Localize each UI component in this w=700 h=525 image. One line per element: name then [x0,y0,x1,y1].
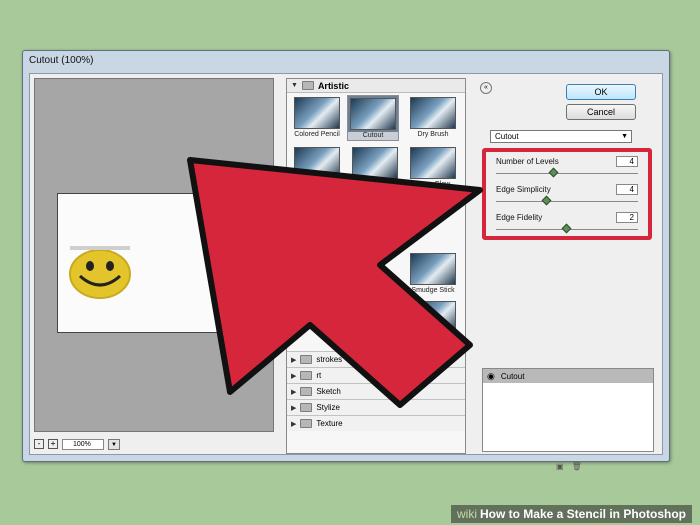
preview-footer: - + 100% ▼ [34,436,274,452]
folder-icon [300,371,313,380]
param-value-field[interactable]: 4 [616,184,638,195]
folder-icon [301,81,314,90]
zoom-out-button[interactable]: - [34,439,44,449]
param-edge-simplicity: Edge Simplicity 4 [492,183,642,211]
wikihow-watermark: wiki How to Make a Stencil in Photoshop [450,505,692,523]
thumb-label: Dry Brush [417,131,449,138]
filter-thumb-smudge-stick[interactable]: Smudge Stick [407,253,459,294]
delete-effect-layer-icon[interactable]: 🗑 [572,462,582,471]
thumbnail-image [294,147,340,179]
chevron-down-icon: ▼ [621,133,628,140]
collapsed-triangle-icon: ▶ [291,356,297,364]
collapsed-triangle-icon: ▶ [291,420,297,428]
watermark-text: How to Make a Stencil in Photoshop [479,507,686,521]
thumbnail-image [348,96,398,132]
filter-thumb-neon-glow[interactable]: Neon Glow [407,147,459,188]
filter-thumb-cutout[interactable]: Cutout [347,95,399,141]
filter-thumb-colored-pencil[interactable]: Colored Pencil [291,97,343,138]
param-value-field[interactable]: 2 [616,212,638,223]
dialog-body: - + 100% ▼ ▼ Artistic Colored Pencil Cut… [29,73,663,471]
zoom-dropdown-arrow[interactable]: ▼ [108,438,120,450]
effect-layer-row[interactable]: ◉ Cutout [483,369,653,383]
effect-layers-panel: ◉ Cutout [482,368,654,452]
category-label: strokes [316,355,343,364]
collapsed-triangle-icon: ▶ [291,388,297,396]
slider-knob[interactable] [561,223,572,234]
thumb-label: Smudge Stick [411,287,455,294]
folder-icon [300,355,313,364]
ok-button[interactable]: OK [566,84,636,100]
effect-layer-label: Cutout [500,371,525,381]
param-value-field[interactable]: 4 [616,156,638,167]
filter-category-brush-strokes[interactable]: ▶ strokes [287,351,465,367]
thumbnail-image [410,253,456,285]
watermark-prefix: wiki [456,507,477,521]
zoom-in-button[interactable]: + [48,439,58,449]
eye-visibility-icon[interactable]: ◉ [487,371,495,382]
filter-thumb-partial[interactable]: ter [349,301,401,342]
slider-knob[interactable] [541,195,552,206]
filter-group-label: Artistic [317,80,349,91]
thumbnail-image [352,147,398,179]
filter-thumb-film-grain[interactable]: Film Grain [291,147,343,188]
param-label: Edge Fidelity [496,213,543,222]
slider-track[interactable] [496,201,638,202]
thumb-label: Watercolor [416,335,450,342]
category-label: Texture [316,419,343,428]
filter-thumb-dry-brush[interactable]: Dry Brush [407,97,459,138]
folder-icon [300,419,313,428]
settings-panel: « OK Cancel Cutout ▼ Number of Levels 4 … [476,78,660,471]
collapsed-triangle-icon: ▶ [291,372,297,380]
filter-category-stylize[interactable]: ▶ Stylize [287,399,465,415]
thumb-label: ter [370,335,380,342]
thumbnail-image [410,301,456,333]
thumbnail-image [352,301,398,333]
collapsed-triangle-icon: ▶ [291,404,297,412]
filter-type-value: Cutout [495,132,519,141]
filter-thumbnails: Colored Pencil Cutout Dry Brush Film Gra… [287,93,465,351]
collapse-panel-icon[interactable]: « [480,82,492,94]
filter-thumb-fresco[interactable]: Fresco [349,147,401,188]
filter-list-panel: ▼ Artistic Colored Pencil Cutout Dry Bru… [286,78,466,454]
expand-triangle-icon: ▼ [291,82,298,89]
thumbnail-image [294,97,340,129]
filter-type-select[interactable]: Cutout ▼ [490,130,632,143]
cancel-button[interactable]: Cancel [566,104,636,120]
smiley-image [69,246,131,299]
category-label: Stylize [316,403,340,412]
category-label: rt [316,371,322,380]
folder-icon [300,387,313,396]
slider-knob[interactable] [548,167,559,178]
thumb-label: Colored Pencil [294,131,340,138]
filter-category-sketch[interactable]: ▶ Sketch [287,383,465,399]
category-label: Sketch [316,387,341,396]
folder-icon [300,403,313,412]
filter-category-texture[interactable]: ▶ Texture [287,415,465,431]
filter-group-artistic[interactable]: ▼ Artistic [287,79,465,93]
thumb-label: Neon Glow [415,181,451,188]
slider-track[interactable] [496,173,638,174]
thumb-label: Fresco [364,181,386,188]
thumb-label: Cutout [362,132,384,139]
thumb-label: Film Grain [300,181,334,188]
thumbnail-image [410,147,456,179]
param-number-of-levels: Number of Levels 4 [492,155,642,183]
param-edge-fidelity: Edge Fidelity 2 [492,211,642,239]
zoom-level-field[interactable]: 100% [62,438,104,450]
param-label: Number of Levels [496,157,559,166]
param-label: Edge Simplicity [496,185,551,194]
layer-actions: ▣ 🗑 [556,462,582,471]
filter-thumb-watercolor[interactable]: Watercolor [407,301,459,342]
new-effect-layer-icon[interactable]: ▣ [556,462,564,471]
thumbnail-image [410,97,456,129]
filter-category-distort[interactable]: ▶ rt [287,367,465,383]
cutout-parameters: Number of Levels 4 Edge Simplicity 4 Edg… [482,148,652,240]
preview-panel[interactable] [34,78,274,432]
filter-gallery-dialog: Cutout (100%) - + 100% ▼ ▼ Artistic Colo… [22,50,670,471]
window-title: Cutout (100%) [29,55,94,66]
preview-canvas [57,193,243,333]
